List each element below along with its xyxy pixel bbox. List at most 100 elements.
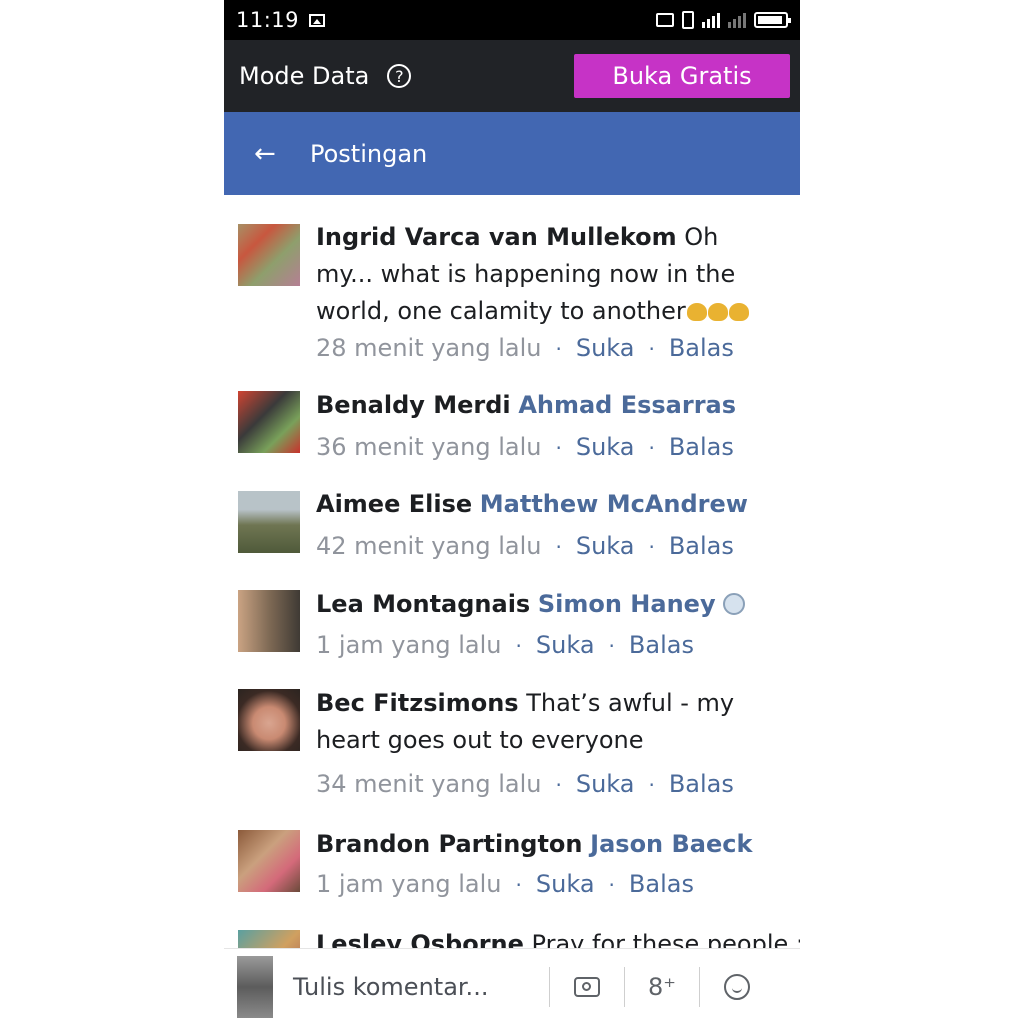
comment-body: Benaldy Merdi Ahmad Essarras [316, 387, 776, 424]
page-title: Postingan [310, 139, 428, 168]
like-link[interactable]: Suka [536, 870, 595, 898]
comment-time: 1 jam yang lalu [316, 631, 502, 659]
pray-icon [707, 303, 728, 321]
back-arrow-icon[interactable]: ← [254, 139, 280, 169]
meta-dot: · [555, 535, 562, 559]
avatar[interactable] [238, 224, 300, 286]
like-link[interactable]: Suka [576, 532, 635, 560]
comment-mention[interactable]: Matthew McAndrew [480, 490, 748, 518]
comment-author[interactable]: Lesley Osborne [316, 930, 524, 948]
reply-link[interactable]: Balas [669, 334, 734, 362]
comment-meta: 28 menit yang lalu · Suka · Balas [316, 334, 734, 362]
comment-composer: Tulis komentar... 8⁺ [224, 948, 800, 1024]
comment-text: Lesley Osborne Pray for these people : [316, 926, 800, 948]
comment-text: Ingrid Varca van Mullekom Oh my... what … [316, 219, 776, 330]
camera-button[interactable] [550, 976, 624, 997]
comment-meta: 1 jam yang lalu · Suka · Balas [316, 870, 694, 898]
avatar[interactable] [238, 930, 300, 948]
comment-text: Aimee Elise Matthew McAndrew [316, 486, 776, 523]
comment-text: Lea Montagnais Simon Haney [316, 586, 776, 623]
comment-mention[interactable]: Simon Haney [538, 590, 716, 618]
meta-dot: · [608, 634, 615, 658]
comment-body: Brandon Partington Jason Baeck [316, 826, 776, 863]
emoji-button[interactable] [700, 973, 774, 1000]
comment-time: 34 menit yang lalu [316, 770, 542, 798]
message-icon [656, 13, 674, 27]
comment-author[interactable]: Lea Montagnais [316, 590, 530, 618]
like-link[interactable]: Suka [536, 631, 595, 659]
reply-link[interactable]: Balas [629, 870, 694, 898]
comment-body: Aimee Elise Matthew McAndrew [316, 486, 776, 523]
meta-dot: · [515, 634, 522, 658]
like-link[interactable]: Suka [576, 334, 635, 362]
page-header: ← Postingan [224, 112, 800, 195]
meta-dot: · [648, 535, 655, 559]
comment-meta: 36 menit yang lalu · Suka · Balas [316, 433, 734, 461]
status-time: 11:19 [236, 8, 300, 32]
camera-icon [574, 976, 600, 997]
avatar[interactable] [238, 590, 300, 652]
comment-input[interactable]: Tulis komentar... [293, 973, 549, 1001]
avatar[interactable] [238, 689, 300, 751]
data-mode-label: Mode Data [239, 62, 370, 90]
comment-message: Pray for these people : [523, 930, 800, 948]
signal-lte-icon [702, 12, 720, 28]
comment-time: 1 jam yang lalu [316, 870, 502, 898]
comment-meta: 42 menit yang lalu · Suka · Balas [316, 532, 734, 560]
avatar[interactable] [238, 491, 300, 553]
open-free-button[interactable]: Buka Gratis [574, 54, 790, 98]
pray-icon [686, 303, 707, 321]
meta-dot: · [648, 773, 655, 797]
like-link[interactable]: Suka [576, 770, 635, 798]
meta-dot: · [555, 337, 562, 361]
comment-time: 36 menit yang lalu [316, 433, 542, 461]
comment-author[interactable]: Aimee Elise [316, 490, 472, 518]
comment-text: Benaldy Merdi Ahmad Essarras [316, 387, 776, 424]
status-icons [656, 11, 791, 29]
comment-text: Brandon Partington Jason Baeck [316, 826, 776, 863]
comment-meta: 34 menit yang lalu · Suka · Balas [316, 770, 734, 798]
comment-body: Bec Fitzsimons That’s awful - my heart g… [316, 685, 776, 759]
avatar[interactable] [238, 391, 300, 453]
reply-link[interactable]: Balas [629, 631, 694, 659]
comment-body: Lea Montagnais Simon Haney [316, 586, 776, 623]
vibrate-icon [682, 11, 694, 29]
comment-meta: 1 jam yang lalu · Suka · Balas [316, 631, 694, 659]
help-icon[interactable]: ? [387, 64, 412, 88]
reply-link[interactable]: Balas [669, 532, 734, 560]
comment-list[interactable]: Ingrid Varca van Mullekom Oh my... what … [224, 195, 800, 948]
comment-mention[interactable]: Jason Baeck [590, 830, 752, 858]
meta-dot: · [555, 436, 562, 460]
my-avatar [237, 955, 273, 1018]
meta-dot: · [515, 873, 522, 897]
phone-screen: 11:19 Mode Data ? Buka Gratis ← Postinga… [224, 0, 800, 1024]
comment-author[interactable]: Bec Fitzsimons [316, 689, 519, 717]
tag-friends-button[interactable]: 8⁺ [625, 973, 699, 1001]
smiley-icon [724, 973, 750, 1000]
comment-time: 28 menit yang lalu [316, 334, 542, 362]
signal-icon [728, 12, 746, 28]
gallery-notification-icon [309, 13, 326, 27]
like-link[interactable]: Suka [576, 433, 635, 461]
tag-friends-icon: 8⁺ [648, 972, 676, 1001]
avatar[interactable] [238, 830, 300, 892]
meta-dot: · [648, 436, 655, 460]
meta-dot: · [648, 337, 655, 361]
meta-dot: · [555, 773, 562, 797]
data-mode-bar: Mode Data ? Buka Gratis [224, 40, 800, 112]
meta-dot: · [608, 873, 615, 897]
comment-time: 42 menit yang lalu [316, 532, 542, 560]
pray-icon [728, 303, 749, 321]
comment-body: Lesley Osborne Pray for these people : [316, 926, 800, 948]
reply-link[interactable]: Balas [669, 770, 734, 798]
comment-author[interactable]: Brandon Partington [316, 830, 583, 858]
battery-icon [754, 12, 791, 28]
reply-link[interactable]: Balas [669, 433, 734, 461]
status-bar: 11:19 [224, 0, 800, 40]
comment-author[interactable]: Ingrid Varca van Mullekom [316, 223, 677, 251]
comment-text: Bec Fitzsimons That’s awful - my heart g… [316, 685, 776, 759]
comment-author[interactable]: Benaldy Merdi [316, 391, 511, 419]
comment-body: Ingrid Varca van Mullekom Oh my... what … [316, 219, 776, 330]
shocked-emoji-icon [723, 593, 746, 615]
comment-mention[interactable]: Ahmad Essarras [518, 391, 736, 419]
